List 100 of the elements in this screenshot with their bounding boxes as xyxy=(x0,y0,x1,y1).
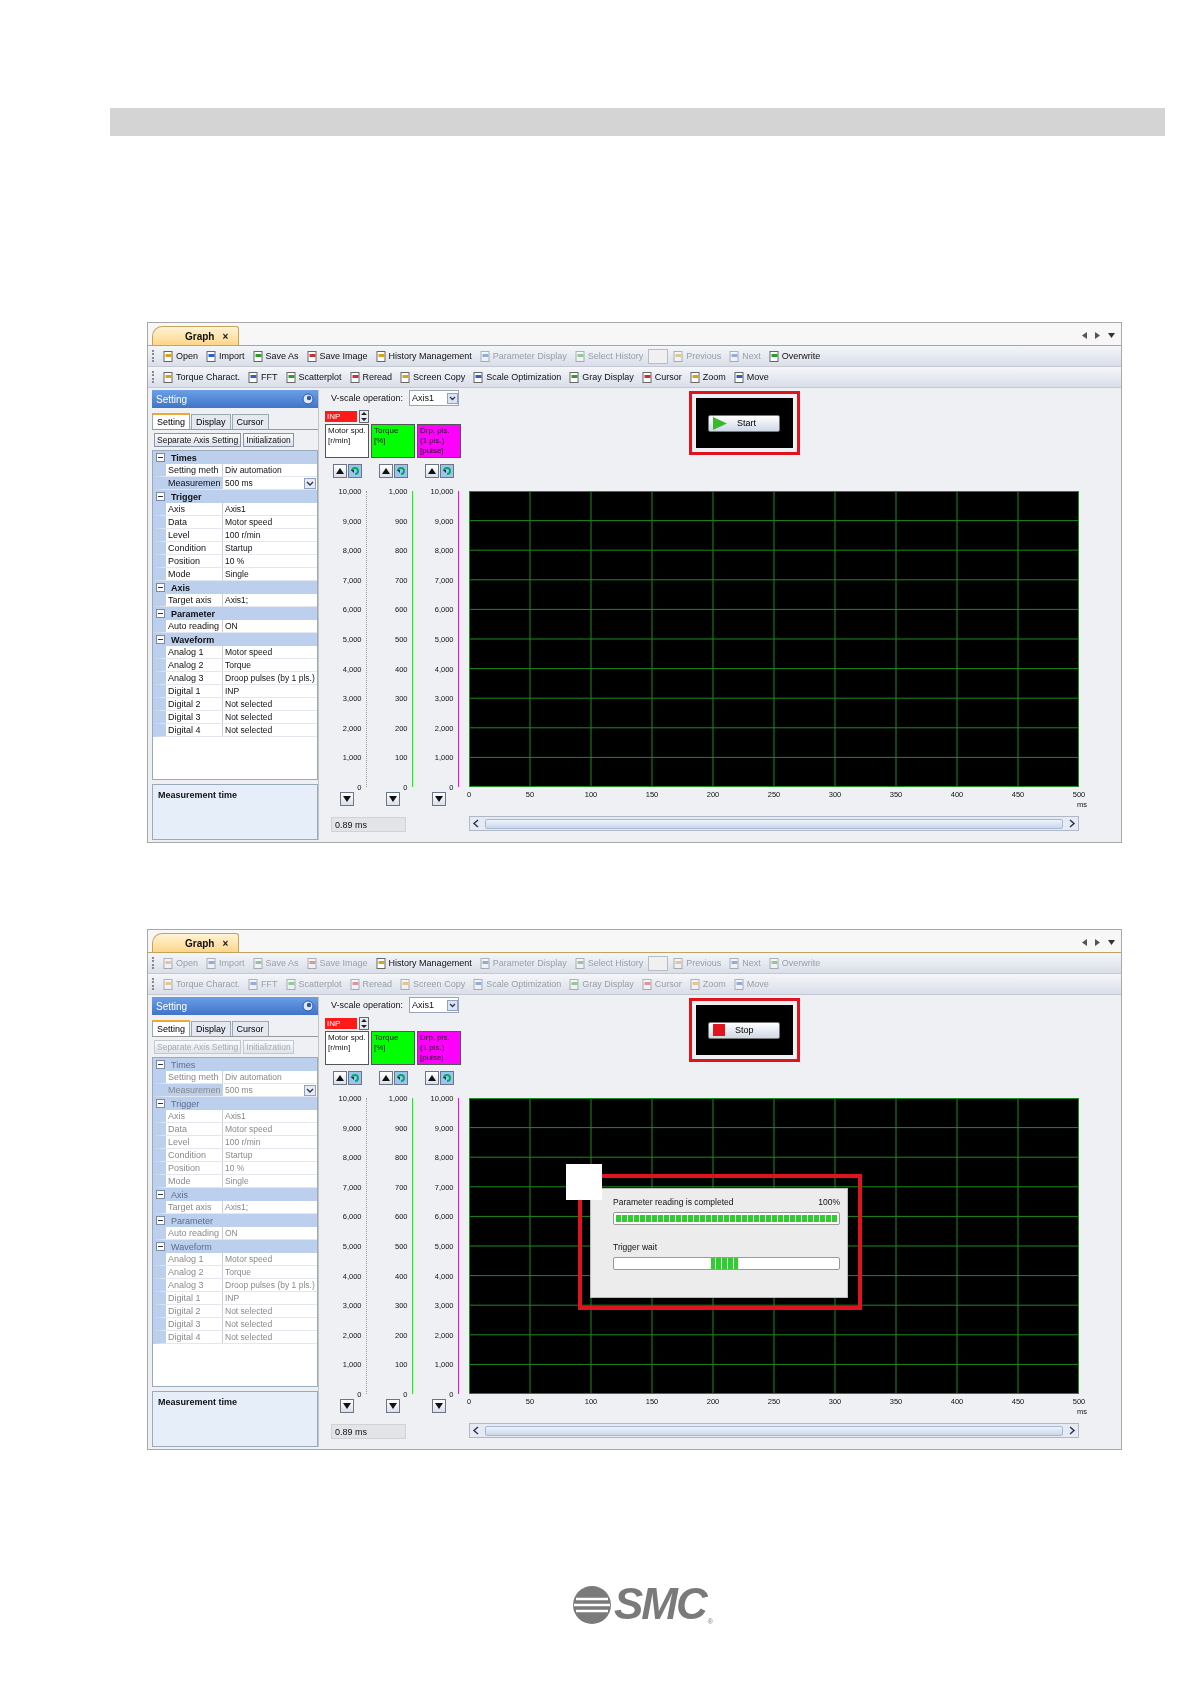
scroll-left-icon[interactable] xyxy=(1082,332,1087,339)
toolbar-button[interactable]: Scatterplot xyxy=(282,371,345,383)
panel-tab[interactable]: Setting xyxy=(152,413,191,429)
collapse-icon[interactable] xyxy=(156,609,165,618)
scroll-left-icon[interactable] xyxy=(472,1426,481,1435)
channel-label[interactable]: Drp. pls. (1 pls.) [pulse] xyxy=(417,424,461,458)
property-name[interactable]: Analog 3 xyxy=(166,672,223,684)
toolbar-button[interactable]: Move xyxy=(730,371,772,383)
scale-up-button[interactable] xyxy=(424,1071,439,1085)
toolbar-button[interactable]: Reread xyxy=(346,371,396,383)
channel-label[interactable]: Drp. pls. (1 pls.) [pulse] xyxy=(417,1031,461,1065)
property-name[interactable]: Position xyxy=(166,555,223,567)
toolbar-button[interactable]: Save As xyxy=(249,350,302,362)
document-tab[interactable]: Graph × xyxy=(152,326,240,345)
panel-tab[interactable]: Setting xyxy=(152,1020,191,1036)
toolbar-button[interactable]: Cursor xyxy=(638,371,685,383)
document-tab[interactable]: Graph × xyxy=(152,933,240,952)
auto-scale-button[interactable] xyxy=(439,464,454,478)
run-button[interactable]: Stop xyxy=(708,1021,780,1039)
property-group[interactable]: Trigger xyxy=(153,490,317,503)
scroll-right-icon[interactable] xyxy=(1095,332,1100,339)
panel-tab[interactable]: Cursor xyxy=(231,414,269,429)
property-name[interactable]: Axis xyxy=(166,503,223,515)
toolbar-button[interactable]: Gray Display xyxy=(566,371,637,383)
scrollbar[interactable] xyxy=(469,816,1079,831)
channel-label[interactable]: Motor spd. [r/min] xyxy=(325,1031,369,1065)
auto-scale-button[interactable] xyxy=(347,1071,362,1085)
property-name[interactable]: Auto reading xyxy=(166,620,223,632)
dropdown-icon[interactable] xyxy=(1108,333,1115,338)
panel-tab[interactable]: Display xyxy=(191,1021,231,1036)
property-name[interactable]: Analog 1 xyxy=(166,646,223,658)
toolbar-button[interactable]: History Management xyxy=(372,350,475,362)
panel-button[interactable]: Separate Axis Setting xyxy=(154,433,242,447)
property-name[interactable]: Setting meth xyxy=(166,464,223,476)
close-button[interactable]: × xyxy=(222,330,229,342)
auto-scale-button[interactable] xyxy=(393,1071,408,1085)
toolbar-button[interactable]: History Management xyxy=(372,957,475,969)
collapse-icon[interactable] xyxy=(156,492,165,501)
property-name[interactable]: Data xyxy=(166,516,223,528)
dropdown-icon[interactable] xyxy=(1108,940,1115,945)
scale-down-button[interactable] xyxy=(386,1399,400,1413)
axis-select[interactable]: Axis1 xyxy=(409,997,460,1013)
panel-tab[interactable]: Cursor xyxy=(231,1021,269,1036)
dropdown-button[interactable] xyxy=(304,1085,316,1096)
property-name[interactable]: Digital 3 xyxy=(166,711,223,723)
channel-label[interactable]: Torque [%] xyxy=(371,1031,415,1065)
channel-label[interactable]: Torque [%] xyxy=(371,424,415,458)
auto-scale-button[interactable] xyxy=(393,464,408,478)
property-group[interactable]: Parameter xyxy=(153,607,317,620)
collapse-icon[interactable] xyxy=(156,635,165,644)
property-name[interactable]: Digital 2 xyxy=(166,698,223,710)
property-group[interactable]: Waveform xyxy=(153,633,317,646)
property-group[interactable]: Times xyxy=(153,451,317,464)
dropdown-button[interactable] xyxy=(304,478,316,489)
channel-label[interactable]: Motor spd. [r/min] xyxy=(325,424,369,458)
scale-up-button[interactable] xyxy=(332,1071,347,1085)
property-group[interactable]: Axis xyxy=(153,581,317,594)
property-name[interactable]: Measuremen xyxy=(166,477,223,489)
spin-buttons[interactable] xyxy=(359,1016,369,1030)
pin-icon[interactable] xyxy=(302,1000,314,1012)
collapse-icon[interactable] xyxy=(156,453,165,462)
property-name[interactable]: Condition xyxy=(166,542,223,554)
scale-down-button[interactable] xyxy=(432,792,446,806)
scroll-right-icon[interactable] xyxy=(1095,939,1100,946)
panel-tab[interactable]: Display xyxy=(191,414,231,429)
scale-down-button[interactable] xyxy=(340,1399,354,1413)
scale-up-button[interactable] xyxy=(332,464,347,478)
axis-select[interactable]: Axis1 xyxy=(409,390,460,406)
toolbar-button[interactable]: Overwrite xyxy=(765,350,824,362)
close-button[interactable]: × xyxy=(222,937,229,949)
auto-scale-button[interactable] xyxy=(347,464,362,478)
scroll-left-icon[interactable] xyxy=(1082,939,1087,946)
toolbar-button[interactable]: FFT xyxy=(245,371,281,383)
scale-up-button[interactable] xyxy=(424,464,439,478)
toolbar-button[interactable]: Save Image xyxy=(303,350,371,362)
property-name[interactable]: Target axis xyxy=(166,594,223,606)
toolbar-button[interactable]: Screen Copy xyxy=(397,371,469,383)
toolbar-button[interactable]: Zoom xyxy=(686,371,729,383)
property-name[interactable]: Digital 1 xyxy=(166,685,223,697)
scrollbar[interactable] xyxy=(469,1423,1079,1438)
scroll-right-icon[interactable] xyxy=(1067,1426,1076,1435)
pin-icon[interactable] xyxy=(302,393,314,405)
panel-button[interactable]: Initialization xyxy=(243,433,294,447)
toolbar-button[interactable]: Scale Optimization xyxy=(470,371,565,383)
scale-down-button[interactable] xyxy=(340,792,354,806)
toolbar-button[interactable]: Import xyxy=(203,350,248,362)
property-name[interactable]: Digital 4 xyxy=(166,724,223,736)
toolbar-button[interactable]: Open xyxy=(160,350,202,362)
toolbar-button[interactable]: Torque Charact. xyxy=(160,371,244,383)
property-name[interactable]: Mode xyxy=(166,568,223,580)
scroll-right-icon[interactable] xyxy=(1067,819,1076,828)
collapse-icon[interactable] xyxy=(156,583,165,592)
scale-up-button[interactable] xyxy=(378,1071,393,1085)
property-name[interactable]: Analog 2 xyxy=(166,659,223,671)
scale-down-button[interactable] xyxy=(432,1399,446,1413)
auto-scale-button[interactable] xyxy=(439,1071,454,1085)
scroll-left-icon[interactable] xyxy=(472,819,481,828)
run-button[interactable]: Start xyxy=(708,414,780,432)
scale-up-button[interactable] xyxy=(378,464,393,478)
spin-buttons[interactable] xyxy=(359,409,369,423)
